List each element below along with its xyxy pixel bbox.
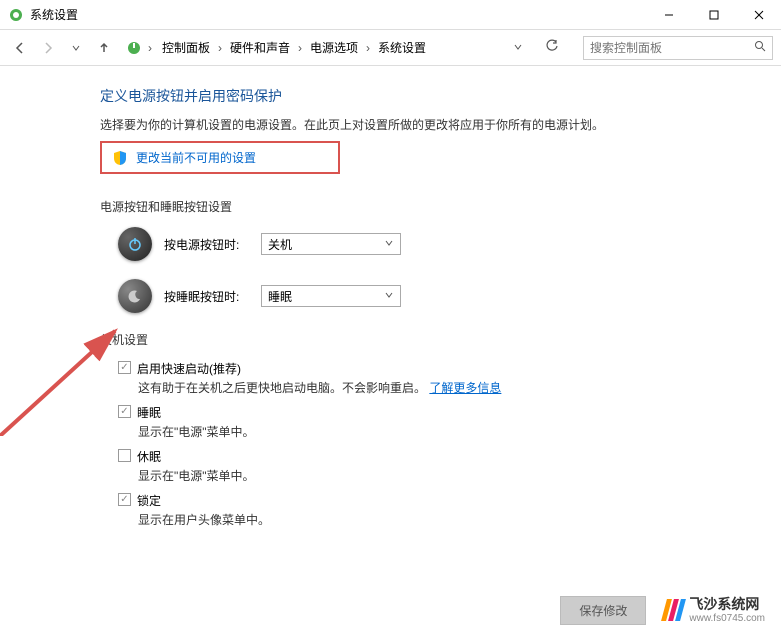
breadcrumb-item[interactable]: 硬件和声音 (226, 36, 294, 59)
learn-more-link[interactable]: 了解更多信息 (429, 381, 501, 395)
page-title: 定义电源按钮并启用密码保护 (100, 86, 781, 106)
lock-label: 锁定 (137, 492, 161, 509)
up-button[interactable] (92, 36, 116, 60)
titlebar: 系统设置 (0, 0, 781, 30)
window-controls (646, 0, 781, 30)
power-button-dropdown[interactable]: 关机 (261, 233, 401, 255)
sleep-label: 睡眠 (137, 404, 161, 421)
watermark: 飞沙系统网 www.fs0745.com (664, 597, 765, 623)
close-button[interactable] (736, 0, 781, 30)
sleep-button-row: 按睡眠按钮时: 睡眠 (118, 279, 781, 313)
shutdown-section: 关机设置 启用快速启动(推荐) 这有助于在关机之后更快地启动电脑。不会影响重启。… (100, 331, 781, 528)
shield-icon (112, 150, 128, 166)
search-icon[interactable] (754, 40, 766, 55)
dropdown-value: 关机 (268, 236, 292, 253)
addressbar[interactable]: › 控制面板 › 硬件和声音 › 电源选项 › 系统设置 (120, 36, 573, 60)
back-button[interactable] (8, 36, 32, 60)
search-box[interactable] (583, 36, 773, 60)
search-input[interactable] (590, 41, 754, 55)
maximize-button[interactable] (691, 0, 736, 30)
chevron-right-icon: › (364, 41, 372, 55)
save-button[interactable]: 保存修改 (560, 596, 646, 625)
window-title: 系统设置 (30, 6, 78, 23)
forward-button[interactable] (36, 36, 60, 60)
sleep-row: 睡眠 (118, 404, 781, 421)
chevron-down-icon (384, 237, 394, 251)
lock-row: 锁定 (118, 492, 781, 509)
chevron-right-icon: › (216, 41, 224, 55)
sleep-button-dropdown[interactable]: 睡眠 (261, 285, 401, 307)
history-dropdown[interactable] (64, 36, 88, 60)
content-area: 定义电源按钮并启用密码保护 选择要为你的计算机设置的电源设置。在此页上对设置所做… (0, 66, 781, 528)
watermark-title: 飞沙系统网 (689, 597, 765, 612)
watermark-url: www.fs0745.com (689, 613, 765, 624)
sleep-desc: 显示在"电源"菜单中。 (138, 423, 781, 440)
fast-startup-desc: 这有助于在关机之后更快地启动电脑。不会影响重启。 了解更多信息 (138, 379, 781, 396)
breadcrumb-item[interactable]: 控制面板 (158, 36, 214, 59)
watermark-logo (664, 599, 683, 621)
lock-checkbox[interactable] (118, 493, 131, 506)
sleep-checkbox[interactable] (118, 405, 131, 418)
power-button-row: 按电源按钮时: 关机 (118, 227, 781, 261)
hibernate-desc: 显示在"电源"菜单中。 (138, 467, 781, 484)
power-options-icon (126, 40, 142, 56)
chevron-right-icon: › (296, 41, 304, 55)
power-button-label: 按电源按钮时: (164, 236, 249, 253)
minimize-button[interactable] (646, 0, 691, 30)
fast-startup-label: 启用快速启动(推荐) (137, 360, 241, 377)
fast-startup-checkbox[interactable] (118, 361, 131, 374)
change-settings-link[interactable]: 更改当前不可用的设置 (136, 149, 256, 166)
fast-startup-row: 启用快速启动(推荐) (118, 360, 781, 377)
change-settings-highlight: 更改当前不可用的设置 (100, 141, 340, 174)
page-subtitle: 选择要为你的计算机设置的电源设置。在此页上对设置所做的更改将应用于你所有的电源计… (100, 116, 781, 133)
address-dropdown-icon[interactable] (507, 41, 529, 55)
footer: 保存修改 飞沙系统网 www.fs0745.com (560, 596, 765, 625)
buttons-section-header: 电源按钮和睡眠按钮设置 (100, 198, 781, 215)
hibernate-checkbox[interactable] (118, 449, 131, 462)
shutdown-section-header: 关机设置 (100, 331, 781, 348)
breadcrumb-item[interactable]: 电源选项 (306, 36, 362, 59)
refresh-button[interactable] (537, 39, 567, 56)
navbar: › 控制面板 › 硬件和声音 › 电源选项 › 系统设置 (0, 30, 781, 66)
sleep-icon (118, 279, 152, 313)
dropdown-value: 睡眠 (268, 288, 292, 305)
breadcrumb: 控制面板 › 硬件和声音 › 电源选项 › 系统设置 (158, 36, 430, 59)
sleep-button-label: 按睡眠按钮时: (164, 288, 249, 305)
hibernate-row: 休眠 (118, 448, 781, 465)
chevron-right-icon: › (146, 41, 154, 55)
watermark-text: 飞沙系统网 www.fs0745.com (689, 597, 765, 623)
breadcrumb-item[interactable]: 系统设置 (374, 36, 430, 59)
chevron-down-icon (384, 289, 394, 303)
lock-desc: 显示在用户头像菜单中。 (138, 511, 781, 528)
titlebar-left: 系统设置 (8, 6, 78, 23)
hibernate-label: 休眠 (137, 448, 161, 465)
app-icon (8, 7, 24, 23)
power-icon (118, 227, 152, 261)
